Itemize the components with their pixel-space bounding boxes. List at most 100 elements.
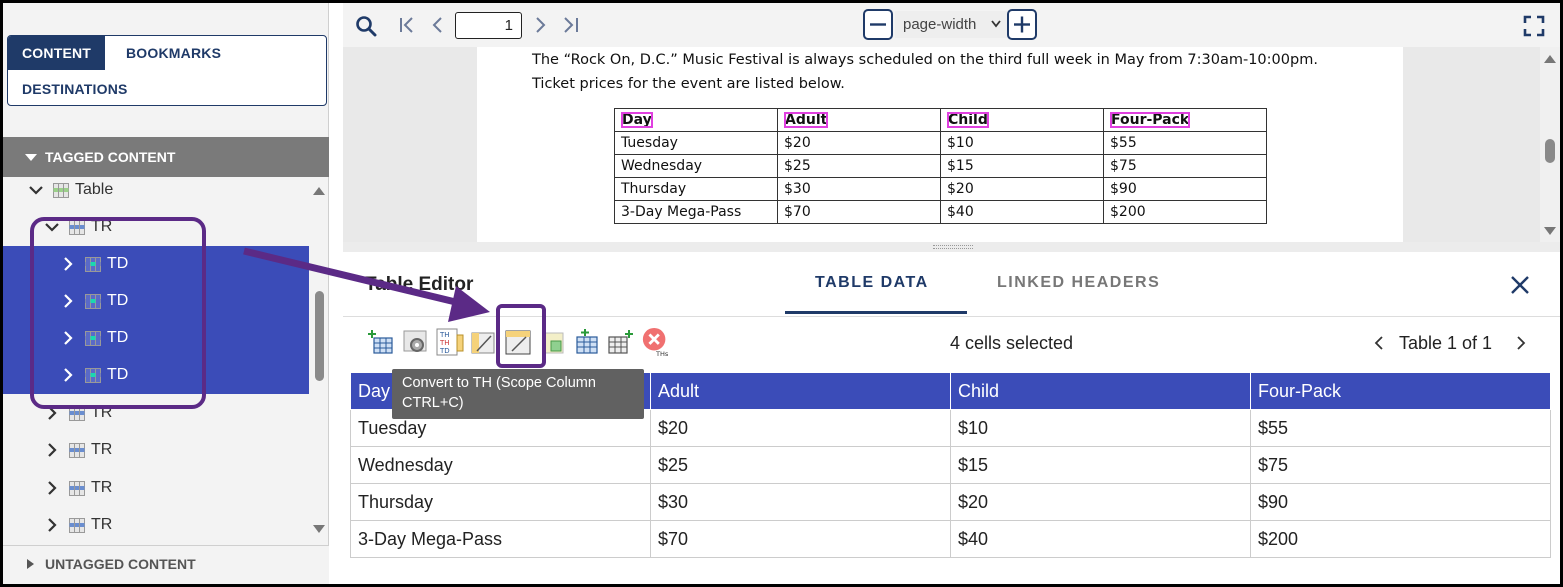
zoom-select[interactable]: page-width xyxy=(895,11,1007,38)
editor-table-cell[interactable]: $90 xyxy=(1250,483,1551,521)
doc-table-cell[interactable]: $10 xyxy=(940,131,1104,155)
editor-title: Table Editor xyxy=(365,274,474,295)
chevron-right-icon[interactable] xyxy=(45,481,59,495)
editor-table-cell[interactable]: $70 xyxy=(650,520,951,558)
svg-text:TH: TH xyxy=(439,331,450,339)
scroll-up-icon[interactable] xyxy=(313,187,325,195)
editor-table-cell[interactable]: Thursday xyxy=(350,483,651,521)
tab-destinations[interactable]: DESTINATIONS xyxy=(8,72,142,105)
doc-table-header-cell[interactable]: Four-Pack xyxy=(1103,108,1267,132)
editor-table-cell[interactable]: 3-Day Mega-Pass xyxy=(350,520,651,558)
zoom-out-button[interactable] xyxy=(863,9,893,40)
convert-th-scope-row-icon[interactable] xyxy=(469,327,499,357)
chevron-right-icon[interactable] xyxy=(45,443,59,457)
next-page-icon[interactable] xyxy=(529,13,551,37)
editor-table-cell[interactable]: $25 xyxy=(650,446,951,484)
doc-table-cell[interactable]: $70 xyxy=(777,200,941,224)
page-number-input[interactable]: 1 xyxy=(455,12,522,39)
tab-content[interactable]: CONTENT xyxy=(8,36,106,70)
insert-row-icon[interactable] xyxy=(367,327,397,357)
tab-bookmarks[interactable]: BOOKMARKS xyxy=(112,36,235,70)
doc-table-cell[interactable]: 3-Day Mega-Pass xyxy=(614,200,778,224)
doc-table-cell[interactable]: Thursday xyxy=(614,177,778,201)
table-icon xyxy=(53,183,69,198)
doc-table-cell[interactable]: Wednesday xyxy=(614,154,778,178)
tooltip: Convert to TH (Scope Column CTRL+C) xyxy=(392,369,644,419)
next-table-icon[interactable] xyxy=(1515,336,1527,350)
tree-scroll-thumb[interactable] xyxy=(315,291,324,381)
editor-table-cell[interactable]: $40 xyxy=(950,520,1251,558)
editor-table-cell[interactable]: $10 xyxy=(950,409,1251,447)
tree-scrollbar[interactable] xyxy=(311,183,327,543)
doc-table-cell[interactable]: $25 xyxy=(777,154,941,178)
search-icon[interactable] xyxy=(355,14,377,38)
zoom-in-icon xyxy=(1014,16,1030,33)
tab-linked-headers[interactable]: LINKED HEADERS xyxy=(997,274,1160,292)
doc-table-cell[interactable]: $40 xyxy=(940,200,1104,224)
doc-table-cell[interactable]: $55 xyxy=(1103,131,1267,155)
tree-item[interactable]: TR xyxy=(3,432,309,469)
doc-table-row: Thursday $30 $20 $90 xyxy=(614,177,1267,201)
last-page-icon[interactable] xyxy=(559,13,581,37)
editor-table-cell[interactable]: $20 xyxy=(650,409,951,447)
doc-table-cell[interactable]: $20 xyxy=(940,177,1104,201)
editor-table-cell[interactable]: $200 xyxy=(1250,520,1551,558)
chevron-down-icon[interactable] xyxy=(29,183,43,197)
tree-item[interactable]: Table xyxy=(3,177,309,209)
settings-gear-icon[interactable] xyxy=(401,327,431,357)
tagged-content-header[interactable]: TAGGED CONTENT xyxy=(3,137,329,177)
doc-table-cell[interactable]: $200 xyxy=(1103,200,1267,224)
doc-table-cell[interactable]: Tuesday xyxy=(614,131,778,155)
first-page-icon[interactable] xyxy=(397,13,419,37)
editor-table-cell[interactable]: $75 xyxy=(1250,446,1551,484)
scroll-up-icon[interactable] xyxy=(1544,55,1556,63)
scroll-down-icon[interactable] xyxy=(1544,227,1556,235)
table-row-icon xyxy=(69,518,85,533)
table-row-icon xyxy=(69,443,85,458)
document-paragraph-line: Ticket prices for the event are listed b… xyxy=(532,76,845,92)
selection-status: 4 cells selected xyxy=(950,333,1074,353)
scroll-down-icon[interactable] xyxy=(313,525,325,533)
document-scroll-thumb[interactable] xyxy=(1545,139,1555,163)
document-scrollbar[interactable] xyxy=(1540,47,1560,242)
editor-table-header-cell[interactable]: Four-Pack xyxy=(1250,372,1551,410)
editor-table-row: 3-Day Mega-Pass $70 $40 $200 xyxy=(350,520,1551,558)
tree-item[interactable]: TR xyxy=(3,470,309,507)
doc-table-header-cell[interactable]: Day xyxy=(614,108,778,132)
tree-item-label: TR xyxy=(91,479,113,496)
editor-table-header-cell[interactable]: Child xyxy=(950,372,1251,410)
convert-th-td-icon[interactable]: TH TH TD xyxy=(435,327,465,357)
doc-table-cell[interactable]: $30 xyxy=(777,177,941,201)
close-icon[interactable] xyxy=(1509,274,1531,296)
fullscreen-icon[interactable] xyxy=(1523,14,1545,38)
tree-item-label: TR xyxy=(91,441,113,458)
editor-table-cell[interactable]: $30 xyxy=(650,483,951,521)
insert-column-icon[interactable] xyxy=(573,327,603,357)
chevron-right-icon[interactable] xyxy=(45,518,59,532)
tab-table-data[interactable]: TABLE DATA xyxy=(815,274,929,292)
svg-text:THs: THs xyxy=(655,350,669,357)
prev-table-icon[interactable] xyxy=(1373,336,1385,350)
doc-table-header-cell[interactable]: Adult xyxy=(777,108,941,132)
zoom-in-button[interactable] xyxy=(1007,9,1037,40)
editor-table-cell[interactable]: $15 xyxy=(950,446,1251,484)
editor-table-header-cell[interactable]: Adult xyxy=(650,372,951,410)
expand-triangle-icon xyxy=(27,559,34,569)
editor-table-cell[interactable]: Wednesday xyxy=(350,446,651,484)
doc-table-cell[interactable]: $20 xyxy=(777,131,941,155)
editor-table-cell[interactable]: $20 xyxy=(950,483,1251,521)
prev-page-icon[interactable] xyxy=(427,13,449,37)
add-column-icon[interactable] xyxy=(607,327,637,357)
tree-item[interactable]: TR xyxy=(3,507,309,544)
splitter-grip[interactable] xyxy=(933,245,973,249)
doc-table-cell[interactable]: $15 xyxy=(940,154,1104,178)
tag-highlight: Day xyxy=(621,112,653,128)
doc-table-header-cell[interactable]: Child xyxy=(940,108,1104,132)
panel-splitter[interactable] xyxy=(343,242,1560,252)
doc-table-cell[interactable]: $75 xyxy=(1103,154,1267,178)
table-row-icon xyxy=(69,481,85,496)
editor-table-cell[interactable]: $55 xyxy=(1250,409,1551,447)
untagged-content-header[interactable]: UNTAGGED CONTENT xyxy=(3,545,329,584)
doc-table-cell[interactable]: $90 xyxy=(1103,177,1267,201)
remove-th-icon[interactable]: THs xyxy=(641,327,671,357)
